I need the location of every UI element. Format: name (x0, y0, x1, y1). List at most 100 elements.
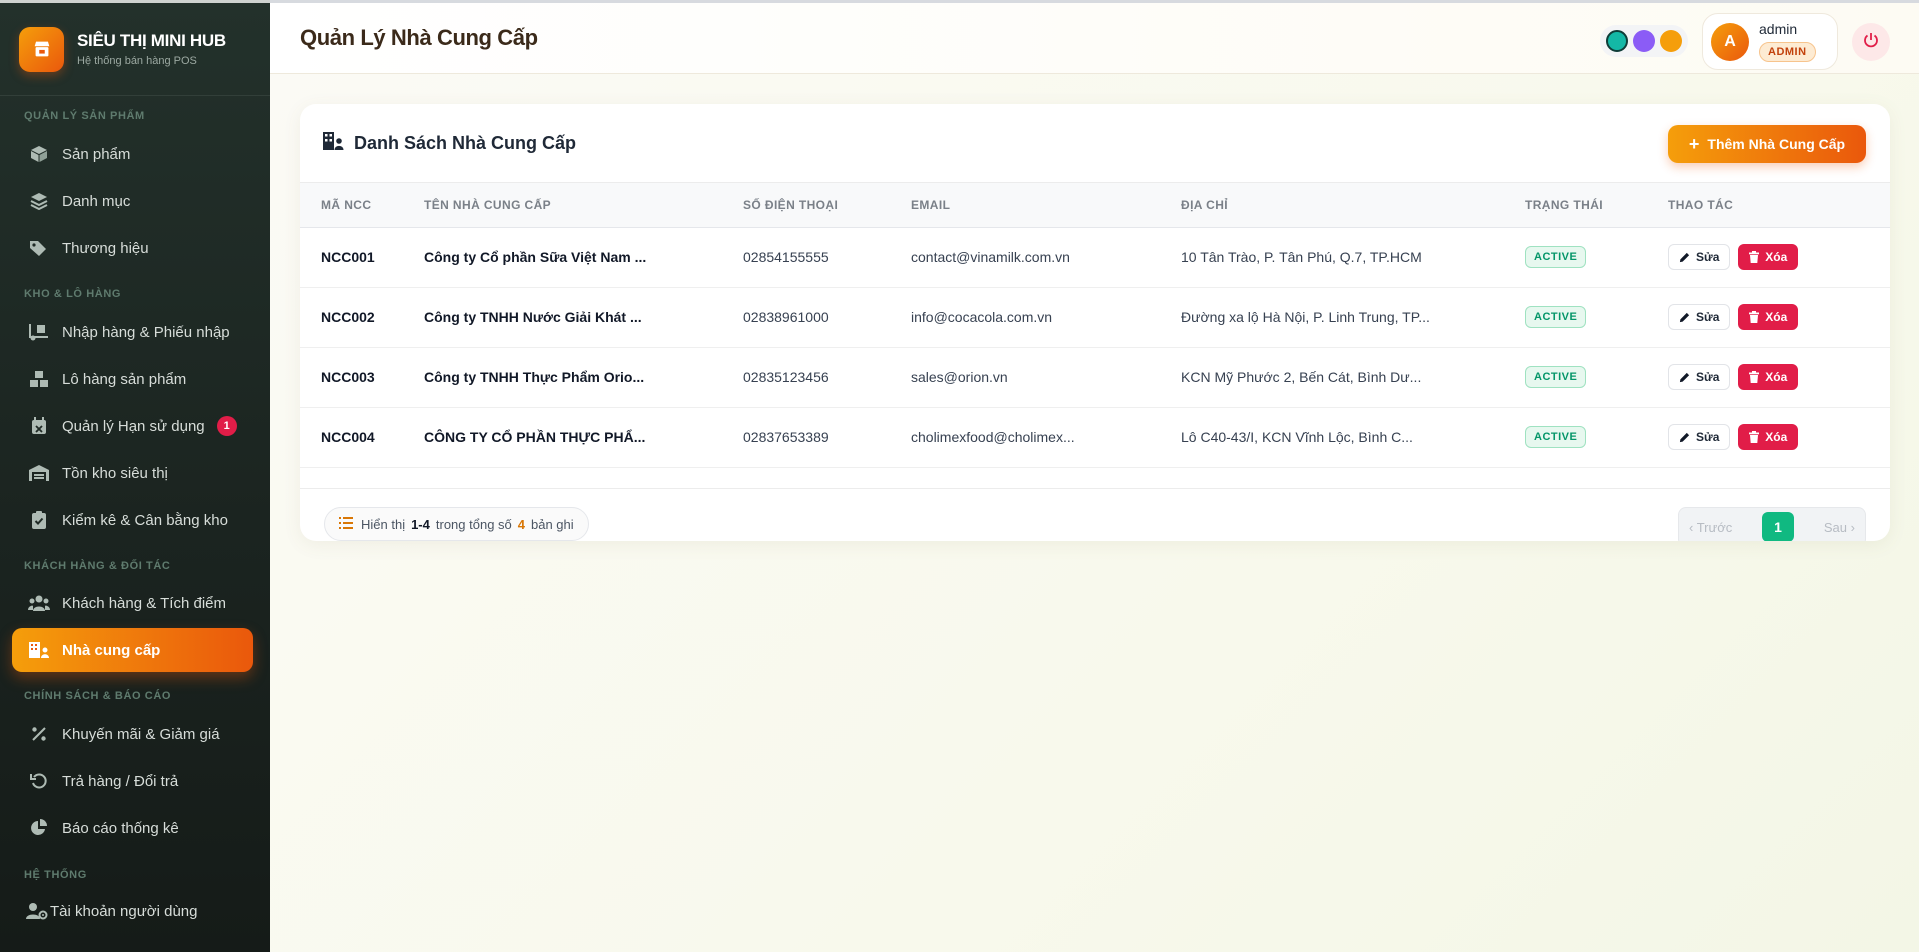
supplier-name: Công ty TNHH Nước Giải Khát ... (424, 309, 642, 325)
sidebar-item-stocktake[interactable]: Kiểm kê & Cân bằng kho (12, 498, 253, 542)
status-cell: ACTIVE (1525, 347, 1668, 407)
table-row[interactable]: NCC001 Công ty Cổ phần Sữa Việt Nam ... … (300, 227, 1890, 287)
delete-label: Xóa (1765, 249, 1788, 264)
supplier-code: NCC003 (321, 369, 375, 385)
status-badge: ACTIVE (1525, 366, 1587, 388)
supplier-phone: 02835123456 (743, 369, 829, 385)
theme-teal-button[interactable] (1606, 30, 1629, 52)
sidebar-item-imports[interactable]: Nhập hàng & Phiếu nhập (12, 310, 253, 354)
delete-button[interactable]: Xóa (1738, 423, 1799, 450)
building-user-icon (322, 131, 344, 156)
percent-icon (28, 723, 50, 745)
calendar-x-icon (28, 415, 50, 437)
record-summary: Hiển thị 1-4 trong tổng số 4 bản ghi (324, 507, 589, 541)
brand[interactable]: SIÊU THỊ MINI HUB Hệ thống bán hàng POS (0, 3, 270, 96)
edit-label: Sửa (1696, 430, 1720, 445)
list-icon (339, 516, 353, 532)
supplier-address: KCN Mỹ Phước 2, Bến Cát, Bình Dư... (1181, 369, 1422, 385)
actions-cell: Sửa Xóa (1668, 407, 1890, 467)
theme-orange-button[interactable] (1659, 30, 1682, 52)
sidebar-item-label: Kiểm kê & Cân bằng kho (62, 511, 228, 529)
power-icon (1863, 32, 1879, 53)
next-label: Sau (1823, 519, 1848, 535)
brand-title: SIÊU THỊ MINI HUB (77, 31, 226, 50)
sidebar-item-label: Quản lý Hạn sử dụng (62, 417, 205, 435)
column-header[interactable]: TRẠNG THÁI (1525, 183, 1668, 227)
user-name: admin (1759, 21, 1798, 37)
sidebar-item-inventory[interactable]: Tồn kho siêu thị (12, 451, 253, 495)
sidebar-item-label: Nhập hàng & Phiếu nhập (62, 323, 230, 341)
sidebar-item-batches[interactable]: Lô hàng sản phẩm (12, 357, 253, 401)
user-gear-icon (26, 900, 48, 922)
total-suffix: bản ghi (531, 516, 574, 532)
next-page-button[interactable]: Sau › (1824, 520, 1855, 535)
prev-page-button[interactable]: ‹ Trước (1689, 520, 1732, 535)
sidebar-item-promotions[interactable]: Khuyến mãi & Giảm giá (12, 712, 253, 756)
column-header[interactable]: ĐỊA CHỈ (1181, 183, 1525, 227)
delete-button[interactable]: Xóa (1738, 243, 1799, 270)
sidebar-item-label: Trả hàng / Đổi trả (62, 772, 179, 790)
sidebar-item-accounts[interactable]: Tài khoản người dùng (12, 889, 253, 933)
add-supplier-button[interactable]: + Thêm Nhà Cung Cấp (1668, 125, 1866, 163)
main-content: Danh Sách Nhà Cung Cấp + Thêm Nhà Cung C… (270, 74, 1919, 952)
page-1-button[interactable]: 1 (1762, 512, 1795, 541)
column-header[interactable]: MÃ NCC (300, 183, 424, 227)
edit-label: Sửa (1696, 370, 1720, 385)
layers-icon (28, 190, 50, 212)
table-row[interactable]: NCC002 Công ty TNHH Nước Giải Khát ... 0… (300, 287, 1890, 347)
edit-button[interactable]: Sửa (1668, 244, 1731, 271)
undo-icon (28, 770, 50, 792)
role-badge: ADMIN (1759, 42, 1816, 62)
theme-purple-button[interactable] (1632, 30, 1655, 52)
pie-chart-icon (28, 817, 50, 839)
supplier-address: 10 Tân Trào, P. Tân Phú, Q.7, TP.HCM (1181, 249, 1422, 265)
sidebar-item-returns[interactable]: Trả hàng / Đổi trả (12, 759, 253, 803)
actions-cell: Sửa Xóa (1668, 287, 1890, 347)
edit-label: Sửa (1696, 250, 1720, 265)
sidebar-item-reports[interactable]: Báo cáo thống kê (12, 806, 253, 850)
delete-label: Xóa (1765, 309, 1788, 324)
logout-button[interactable] (1852, 23, 1890, 61)
status-badge: ACTIVE (1525, 426, 1587, 448)
sidebar-item-label: Tồn kho siêu thị (62, 464, 168, 482)
edit-button[interactable]: Sửa (1668, 364, 1731, 391)
sidebar-item-label: Danh mục (62, 192, 131, 210)
sidebar-item-label: Lô hàng sản phẩm (62, 370, 187, 388)
sidebar-item-customers[interactable]: Khách hàng & Tích điểm (12, 581, 253, 625)
sidebar-item-brands[interactable]: Thương hiệu (12, 226, 253, 270)
column-header[interactable]: TÊN NHÀ CUNG CẤP (424, 183, 743, 227)
sidebar-item-label: Khách hàng & Tích điểm (62, 594, 226, 612)
supplier-phone: 02837653389 (743, 429, 829, 445)
sidebar-item-products[interactable]: Sản phẩm (12, 132, 253, 176)
supplier-code: NCC002 (321, 309, 375, 325)
nav-section-system: HỆ THỐNG (24, 869, 87, 881)
delete-button[interactable]: Xóa (1738, 363, 1799, 390)
edit-button[interactable]: Sửa (1668, 424, 1731, 451)
delete-label: Xóa (1765, 429, 1788, 444)
user-menu[interactable]: A admin ADMIN (1702, 13, 1838, 70)
supplier-address: Lô C40-43/I, KCN Vĩnh Lộc, Bình C... (1181, 429, 1413, 445)
supplier-code: NCC004 (321, 429, 375, 445)
edit-label: Sửa (1696, 310, 1720, 325)
delete-button[interactable]: Xóa (1738, 303, 1799, 330)
chevron-right-icon: › (1847, 519, 1855, 535)
nav-section-products: QUẢN LÝ SẢN PHẨM (24, 110, 145, 122)
sidebar-item-categories[interactable]: Danh mục (12, 179, 253, 223)
sidebar-item-suppliers[interactable]: Nhà cung cấp (12, 628, 253, 672)
sidebar-item-label: Tài khoản người dùng (50, 902, 198, 920)
table-row[interactable]: NCC003 Công ty TNHH Thực Phẩm Orio... 02… (300, 347, 1890, 407)
tags-icon (28, 237, 50, 259)
supplier-name: CÔNG TY CỔ PHẦN THỰC PHẨ... (424, 429, 646, 445)
sidebar-item-expiry[interactable]: Quản lý Hạn sử dụng 1 (12, 404, 253, 448)
edit-button[interactable]: Sửa (1668, 304, 1731, 331)
table-row[interactable]: NCC004 CÔNG TY CỔ PHẦN THỰC PHẨ... 02837… (300, 407, 1890, 467)
pencil-icon (1679, 312, 1690, 322)
column-header[interactable]: EMAIL (911, 183, 1181, 227)
status-badge: ACTIVE (1525, 246, 1587, 268)
trash-icon (1749, 310, 1760, 323)
building-user-icon (28, 639, 50, 661)
pencil-icon (1679, 372, 1690, 382)
supplier-name: Công ty Cổ phần Sữa Việt Nam ... (424, 249, 647, 265)
supplier-list-card: Danh Sách Nhà Cung Cấp + Thêm Nhà Cung C… (300, 104, 1890, 541)
column-header[interactable]: SỐ ĐIỆN THOẠI (743, 183, 911, 227)
